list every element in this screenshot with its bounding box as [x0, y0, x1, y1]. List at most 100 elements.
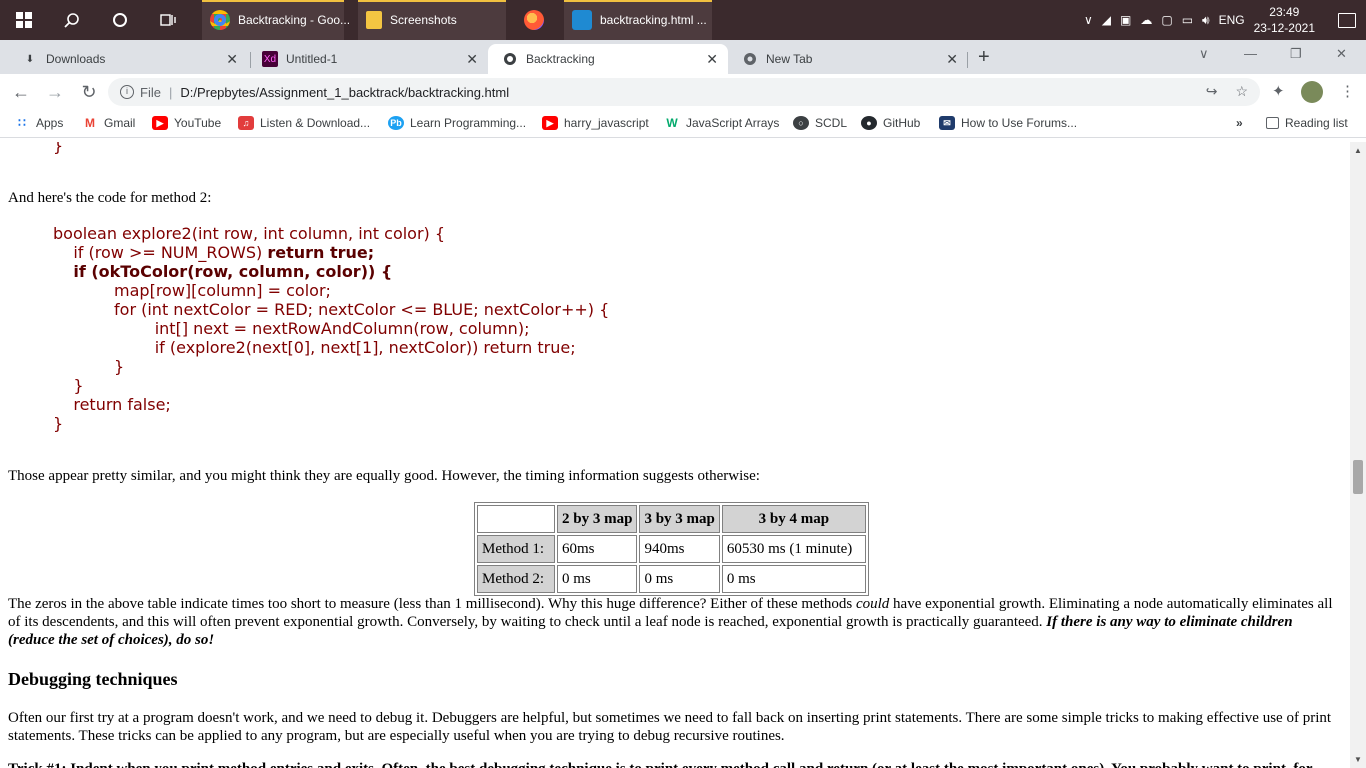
taskbar-app-screenshots[interactable]: Screenshots	[358, 0, 506, 40]
bookmark-apps[interactable]: ∷ Apps	[14, 116, 63, 130]
download-icon: ⬇	[25, 53, 35, 65]
chevron-up-icon[interactable]: ∨	[1084, 13, 1093, 27]
volume-icon[interactable]: 🔊︎	[1202, 13, 1210, 28]
bookmark-label: GitHub	[883, 116, 921, 130]
meet-now-icon[interactable]: ▣	[1120, 13, 1131, 27]
bookmark-label: Learn Programming...	[410, 116, 527, 130]
code-line: for (int nextColor = RED; nextColor <= B…	[93, 300, 610, 319]
scrollbar-thumb[interactable]	[1353, 460, 1363, 494]
bookmark-youtube[interactable]: ▶ YouTube	[152, 116, 221, 130]
reload-icon[interactable]: ↻	[72, 82, 106, 103]
restore-icon[interactable]: ❐	[1290, 46, 1302, 62]
onedrive-icon[interactable]: ☁	[1140, 13, 1152, 27]
bookmark-label: How to Use Forums...	[961, 116, 1078, 130]
notification-center-icon[interactable]	[1338, 12, 1356, 28]
code-fragment: if (row >= NUM_ROWS)	[53, 243, 268, 262]
tab-label: Downloads	[46, 52, 106, 66]
reading-list-button[interactable]: Reading list	[1266, 116, 1348, 130]
taskbar-app-vscode[interactable]: backtracking.html ...	[564, 0, 712, 40]
table-cell: 60ms	[557, 535, 638, 563]
scroll-up-arrow-icon[interactable]: ▲	[1354, 146, 1362, 155]
trick-paragraph: Trick #1: Indent when you print method e…	[8, 760, 1336, 768]
table-header-cell: 2 by 3 map	[557, 505, 638, 533]
clock-date: 23-12-2021	[1253, 21, 1315, 35]
youtube-icon: ▶	[152, 116, 168, 130]
wifi-icon[interactable]: ◢	[1102, 13, 1111, 27]
code-closing-brace: }	[53, 142, 64, 155]
table-header-cell: 3 by 4 map	[721, 505, 866, 533]
minimize-icon[interactable]: —	[1244, 46, 1257, 61]
reading-list-label: Reading list	[1285, 116, 1348, 130]
bookmark-how-to-use-forums[interactable]: ✉ How to Use Forums...	[939, 116, 1077, 130]
tab-untitled[interactable]: Xd Untitled-1 ✕	[248, 44, 488, 74]
share-icon[interactable]: ↪	[1206, 83, 1218, 100]
bookmark-label: Listen & Download...	[260, 116, 371, 130]
chrome-icon	[742, 51, 758, 67]
code-line: return false;	[73, 395, 171, 414]
avatar[interactable]	[1301, 81, 1323, 103]
task-view-icon[interactable]	[144, 0, 192, 40]
extensions-puzzle-icon[interactable]: ✦	[1272, 82, 1285, 100]
table-cell: 60530 ms (1 minute)	[721, 535, 866, 563]
scroll-down-arrow-icon[interactable]: ▼	[1354, 755, 1362, 764]
bookmark-star-icon[interactable]: ☆	[1235, 83, 1248, 100]
bookmark-github[interactable]: ● GitHub	[861, 116, 920, 130]
language-indicator[interactable]: ENG	[1219, 13, 1245, 27]
close-icon[interactable]: ✕	[946, 51, 958, 68]
url-text: D:/Prepbytes/Assignment_1_backtrack/back…	[180, 84, 510, 100]
tab-backtracking[interactable]: Backtracking ✕	[488, 44, 728, 74]
clock[interactable]: 23:49 23-12-2021	[1254, 4, 1315, 36]
table-cell: 940ms	[639, 535, 720, 563]
back-arrow-icon[interactable]: ←	[4, 82, 38, 103]
table-row: Method 1: 60ms 940ms 60530 ms (1 minute)	[477, 535, 866, 563]
tab-downloads[interactable]: ⬇ Downloads ✕	[8, 44, 248, 74]
tab-new-tab[interactable]: New Tab ✕	[728, 44, 968, 74]
page-scrollbar[interactable]: ▲ ▼	[1350, 142, 1366, 768]
debugging-paragraph: Often our first try at a program doesn't…	[8, 710, 1332, 744]
table-header-cell: 3 by 3 map	[639, 505, 720, 533]
code-line-bold: if (okToColor(row, column, color)) {	[73, 262, 393, 281]
globe-icon	[502, 51, 518, 67]
search-icon[interactable]	[48, 0, 96, 40]
gmail-icon: M	[85, 116, 95, 130]
new-tab-plus-icon[interactable]: +	[978, 46, 990, 69]
browser-tab-strip: ⬇ Downloads ✕ Xd Untitled-1 ✕ Backtracki…	[0, 40, 1366, 74]
bookmark-harry-javascript[interactable]: ▶ harry_javascript	[542, 116, 649, 130]
apps-grid-icon: ∷	[18, 116, 26, 130]
windows-start-icon[interactable]	[0, 0, 48, 40]
forum-icon: ✉	[939, 116, 955, 130]
close-window-icon[interactable]: ✕	[1336, 46, 1347, 62]
bookmark-label: Apps	[36, 116, 64, 130]
battery-icon[interactable]: ▭	[1182, 13, 1193, 27]
taskbar-app-firefox[interactable]	[514, 0, 554, 40]
info-icon[interactable]: i	[120, 85, 134, 99]
code-line: }	[73, 376, 84, 395]
tab-search-chevron-icon[interactable]: ∨	[1199, 46, 1209, 62]
kebab-menu-icon[interactable]: ⋮	[1340, 82, 1355, 100]
browser-toolbar: ← → ↻ i File | D:/Prepbytes/Assignment_1…	[0, 74, 1366, 110]
address-bar[interactable]: i File | D:/Prepbytes/Assignment_1_backt…	[108, 78, 1260, 106]
bookmark-gmail[interactable]: M Gmail	[82, 116, 135, 130]
close-icon[interactable]: ✕	[706, 51, 718, 68]
taskbar-app-chrome[interactable]: Backtracking - Goo...	[202, 0, 350, 40]
debugging-heading: Debugging techniques	[8, 669, 178, 689]
windows-taskbar: Backtracking - Goo... Screenshots backtr…	[0, 0, 1366, 40]
timing-table: 2 by 3 map 3 by 3 map 3 by 4 map Method …	[474, 502, 869, 596]
music-icon: ♫	[238, 116, 254, 130]
close-icon[interactable]: ✕	[466, 51, 478, 68]
bookmark-listen-download[interactable]: ♫ Listen & Download...	[238, 116, 370, 130]
method2-intro: And here's the code for method 2:	[8, 190, 212, 206]
forward-arrow-icon[interactable]: →	[38, 82, 72, 103]
close-icon[interactable]: ✕	[226, 51, 238, 68]
table-row-header: Method 1:	[477, 535, 555, 563]
display-icon[interactable]: ▢	[1161, 13, 1172, 27]
bookmark-scdl[interactable]: ○ SCDL	[793, 116, 847, 130]
cortana-icon[interactable]	[96, 0, 144, 40]
bookmarks-overflow-chevron-icon[interactable]: »	[1236, 116, 1243, 130]
table-cell: 0 ms	[721, 565, 866, 593]
bookmark-javascript-arrays[interactable]: W JavaScript Arrays	[664, 116, 779, 130]
reading-list-icon	[1266, 117, 1279, 129]
bookmark-learn-programming[interactable]: Pb Learn Programming...	[388, 116, 526, 130]
code-line: map[row][column] = color;	[93, 281, 331, 300]
folder-icon	[366, 11, 382, 29]
